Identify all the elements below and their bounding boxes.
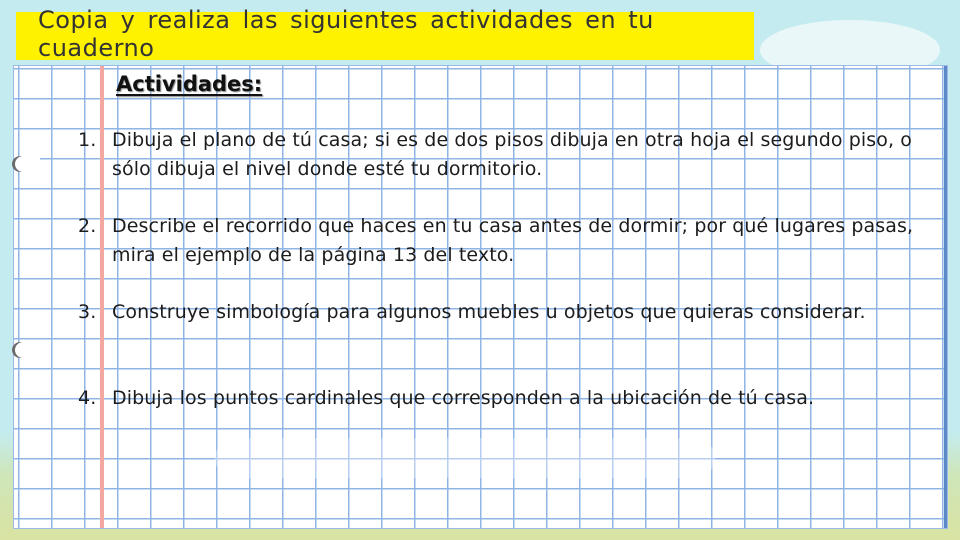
binder-hole bbox=[12, 342, 40, 358]
activities-list: 1. Dibuja el plano de tú casa; si es de … bbox=[78, 126, 938, 414]
activities-heading: Actividades: bbox=[116, 72, 263, 96]
item-number: 2. bbox=[78, 215, 97, 237]
item-text: Describe el recorrido que haces en tu ca… bbox=[112, 215, 914, 266]
item-number: 3. bbox=[78, 301, 97, 323]
instruction-text: Copia y realiza las siguientes actividad… bbox=[38, 6, 654, 62]
list-item: 2. Describe el recorrido que haces en tu… bbox=[78, 212, 938, 298]
item-number: 1. bbox=[78, 129, 97, 151]
item-text: Dibuja el plano de tú casa; si es de dos… bbox=[112, 129, 913, 180]
list-item: 3. Construye simbología para algunos mue… bbox=[78, 298, 938, 384]
instruction-banner: Copia y realiza las siguientes actividad… bbox=[16, 6, 754, 62]
item-text: Construye simbología para algunos mueble… bbox=[112, 301, 866, 323]
faded-watermark bbox=[215, 438, 715, 478]
list-item: 4. Dibuja los puntos cardinales que corr… bbox=[78, 384, 938, 414]
binder-hole bbox=[12, 156, 40, 172]
list-item: 1. Dibuja el plano de tú casa; si es de … bbox=[78, 126, 938, 212]
item-number: 4. bbox=[78, 387, 97, 409]
item-text: Dibuja los puntos cardinales que corresp… bbox=[112, 387, 815, 409]
